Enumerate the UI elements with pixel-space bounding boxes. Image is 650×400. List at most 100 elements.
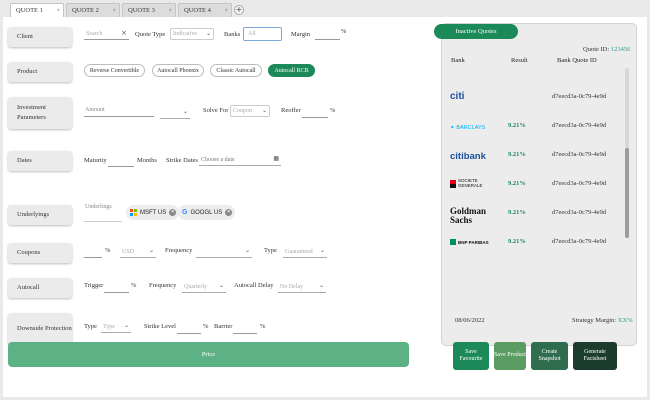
solve-for-label: Solve For <box>203 107 229 114</box>
inactive-quotes-button[interactable]: Inactive Quotes <box>434 24 518 39</box>
strike-dates-picker[interactable]: Choose a date ▦ <box>199 154 281 166</box>
strike-level-input[interactable] <box>177 324 201 334</box>
coupon-currency-select[interactable]: USD ⌄ <box>120 246 156 258</box>
product-reverse-convertible[interactable]: Reverse Convertible <box>84 64 145 77</box>
protection-type-select[interactable]: Type ⌄ <box>101 321 131 333</box>
reoffer-unit: % <box>330 107 336 114</box>
label-underlyings: Underlyings <box>8 205 72 225</box>
bank-quote-id: d7eecd3a-0c79-4e9d <box>552 238 607 245</box>
save-product-button[interactable]: Save Product <box>494 342 526 370</box>
search-placeholder: Search <box>86 30 103 37</box>
quote-id-value: 123456 <box>610 46 631 53</box>
remove-chip-icon[interactable]: ✕ <box>225 209 233 216</box>
trigger-input[interactable] <box>104 283 129 293</box>
trigger-unit: % <box>131 282 137 289</box>
bank-quote-id: d7eecd3a-0c79-4e9d <box>552 93 607 100</box>
strike-level-unit: % <box>203 323 209 330</box>
coupon-type-label: Type <box>264 247 277 254</box>
coupon-frequency-label: Frequency <box>165 247 193 254</box>
close-icon[interactable]: × <box>57 8 60 14</box>
tab-label: QUOTE 3 <box>128 7 155 14</box>
banks-label: Banks <box>224 31 241 38</box>
strategy-margin: Strategy Margin: XX% <box>572 317 633 324</box>
quote-id: Quote ID: 123456 <box>583 46 630 53</box>
generate-factsheet-button[interactable]: Generate Factsheet <box>573 342 617 370</box>
quotes-scrollbar[interactable] <box>625 68 629 238</box>
label-coupons: Coupons <box>8 243 72 263</box>
quote-type-label: Quote Type <box>135 31 166 38</box>
tab-quote-1[interactable]: QUOTE 1 × <box>10 3 64 17</box>
create-snapshot-button[interactable]: Create Snapshot <box>531 342 568 370</box>
protection-type-label: Type <box>84 323 97 330</box>
coupon-frequency-select[interactable]: ⌄ <box>196 246 252 258</box>
microsoft-icon <box>130 209 137 216</box>
save-favourite-button[interactable]: Save Favourite <box>453 342 489 370</box>
barrier-label: Barrier <box>214 323 233 330</box>
coupon-type-value: Guaranteed <box>285 248 313 255</box>
coupon-type-select[interactable]: Guaranteed ⌄ <box>283 246 327 258</box>
strike-level-label: Strike Level <box>144 323 176 330</box>
result-value: 9.21% <box>508 122 526 129</box>
bank-quote-id: d7eecd3a-0c79-4e9d <box>552 209 607 216</box>
chip-label: GOOGL US <box>190 209 223 216</box>
maturity-unit: Months <box>137 157 157 164</box>
bank-name: BARCLAYS <box>456 125 486 131</box>
column-bank-quote-id: Bank Quote ID <box>557 57 597 64</box>
tab-quote-4[interactable]: QUOTE 4 × <box>178 3 232 17</box>
bank-logo-goldman-sachs: Goldman Sachs <box>450 207 490 225</box>
maturity-input[interactable] <box>108 157 134 167</box>
eagle-icon: ✦ <box>450 125 455 131</box>
client-search-input[interactable]: Search × <box>84 28 129 40</box>
clear-icon[interactable]: × <box>121 29 127 37</box>
autocall-delay-select[interactable]: No Delay ⌄ <box>278 281 326 293</box>
banks-select[interactable]: All <box>243 27 282 41</box>
add-tab-button[interactable]: + <box>234 5 244 15</box>
strategy-margin-label: Strategy Margin: <box>572 317 617 324</box>
scrollbar-thumb[interactable] <box>625 148 629 238</box>
close-icon[interactable]: × <box>113 8 116 14</box>
tab-quote-3[interactable]: QUOTE 3 × <box>122 3 176 17</box>
column-result: Result <box>511 57 528 64</box>
societe-generale-icon <box>450 179 456 188</box>
protection-type-value: Type <box>103 323 115 330</box>
autocall-frequency-value: Quarterly <box>184 283 207 290</box>
chevron-down-icon: ⌄ <box>218 282 224 289</box>
tab-label: QUOTE 1 <box>16 7 43 14</box>
bank-logo-citi: citi <box>450 91 464 102</box>
chevron-down-icon: ⌄ <box>244 247 250 254</box>
tab-quote-2[interactable]: QUOTE 2 × <box>66 3 120 17</box>
solve-for-select[interactable]: Coupon ⌄ <box>230 105 270 117</box>
autocall-frequency-select[interactable]: Quarterly ⌄ <box>182 281 226 293</box>
result-value: 9.21% <box>508 180 526 187</box>
calendar-icon[interactable]: ▦ <box>273 155 279 162</box>
quote-type-select[interactable]: Indicative ⌄ <box>170 28 214 40</box>
coupon-rate-input[interactable] <box>84 248 102 258</box>
google-icon: G <box>182 209 188 216</box>
maturity-label: Maturity <box>84 157 107 164</box>
label-client: Client <box>8 27 72 47</box>
reoffer-input[interactable] <box>302 108 328 118</box>
result-value: 9.21% <box>508 151 526 158</box>
close-icon[interactable]: × <box>169 8 172 14</box>
remove-chip-icon[interactable]: ✕ <box>169 209 177 216</box>
bank-quote-id: d7eecd3a-0c79-4e9d <box>552 151 607 158</box>
margin-label: Margin <box>291 31 311 38</box>
coupon-currency-value: USD <box>122 248 135 255</box>
label-investment-parameters: Investment Parameters <box>8 97 72 129</box>
product-classic-autocall[interactable]: Classic Autocall <box>210 64 262 77</box>
coupon-pct-unit: % <box>105 247 111 254</box>
price-button[interactable]: Price <box>8 342 409 367</box>
close-icon[interactable]: × <box>225 8 228 14</box>
bnp-icon <box>450 239 456 245</box>
underlyings-input[interactable]: Underlings <box>84 204 122 222</box>
barrier-input[interactable] <box>233 324 257 334</box>
chevron-down-icon: ⌄ <box>261 107 267 114</box>
margin-input[interactable] <box>315 30 340 40</box>
amount-input[interactable]: Amount <box>84 107 154 117</box>
bank-quote-id: d7eecd3a-0c79-4e9d <box>552 122 607 129</box>
product-autocall-rcb[interactable]: Autocall RCB <box>268 64 315 77</box>
product-autocall-phoenix[interactable]: Autocall Phoenix <box>152 64 204 77</box>
currency-select[interactable]: ⌄ <box>160 107 190 119</box>
quote-date: 08/06/2022 <box>455 317 485 324</box>
barrier-unit: % <box>260 323 266 330</box>
